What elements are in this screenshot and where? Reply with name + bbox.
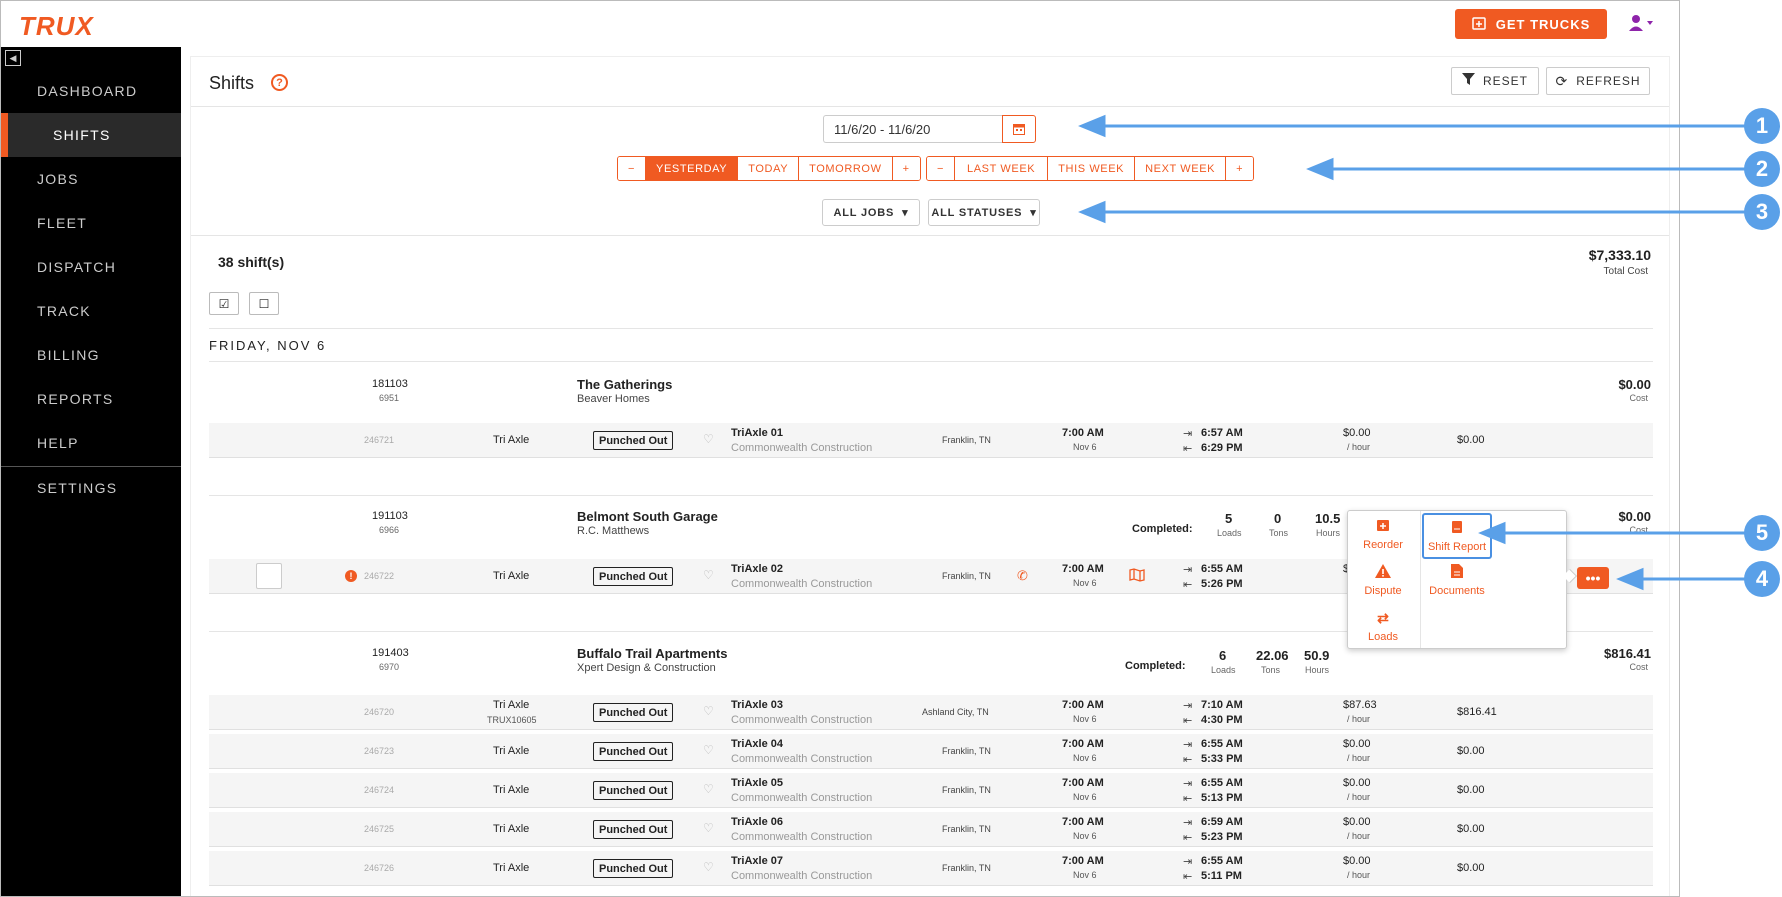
callout-badge: 2 [1744, 151, 1780, 187]
callout-badge: 4 [1744, 561, 1780, 597]
callout-badge: 3 [1744, 194, 1780, 230]
callout-badge: 5 [1744, 515, 1780, 551]
callout-arrows [1078, 114, 1746, 591]
callout-badge: 1 [1744, 108, 1780, 144]
